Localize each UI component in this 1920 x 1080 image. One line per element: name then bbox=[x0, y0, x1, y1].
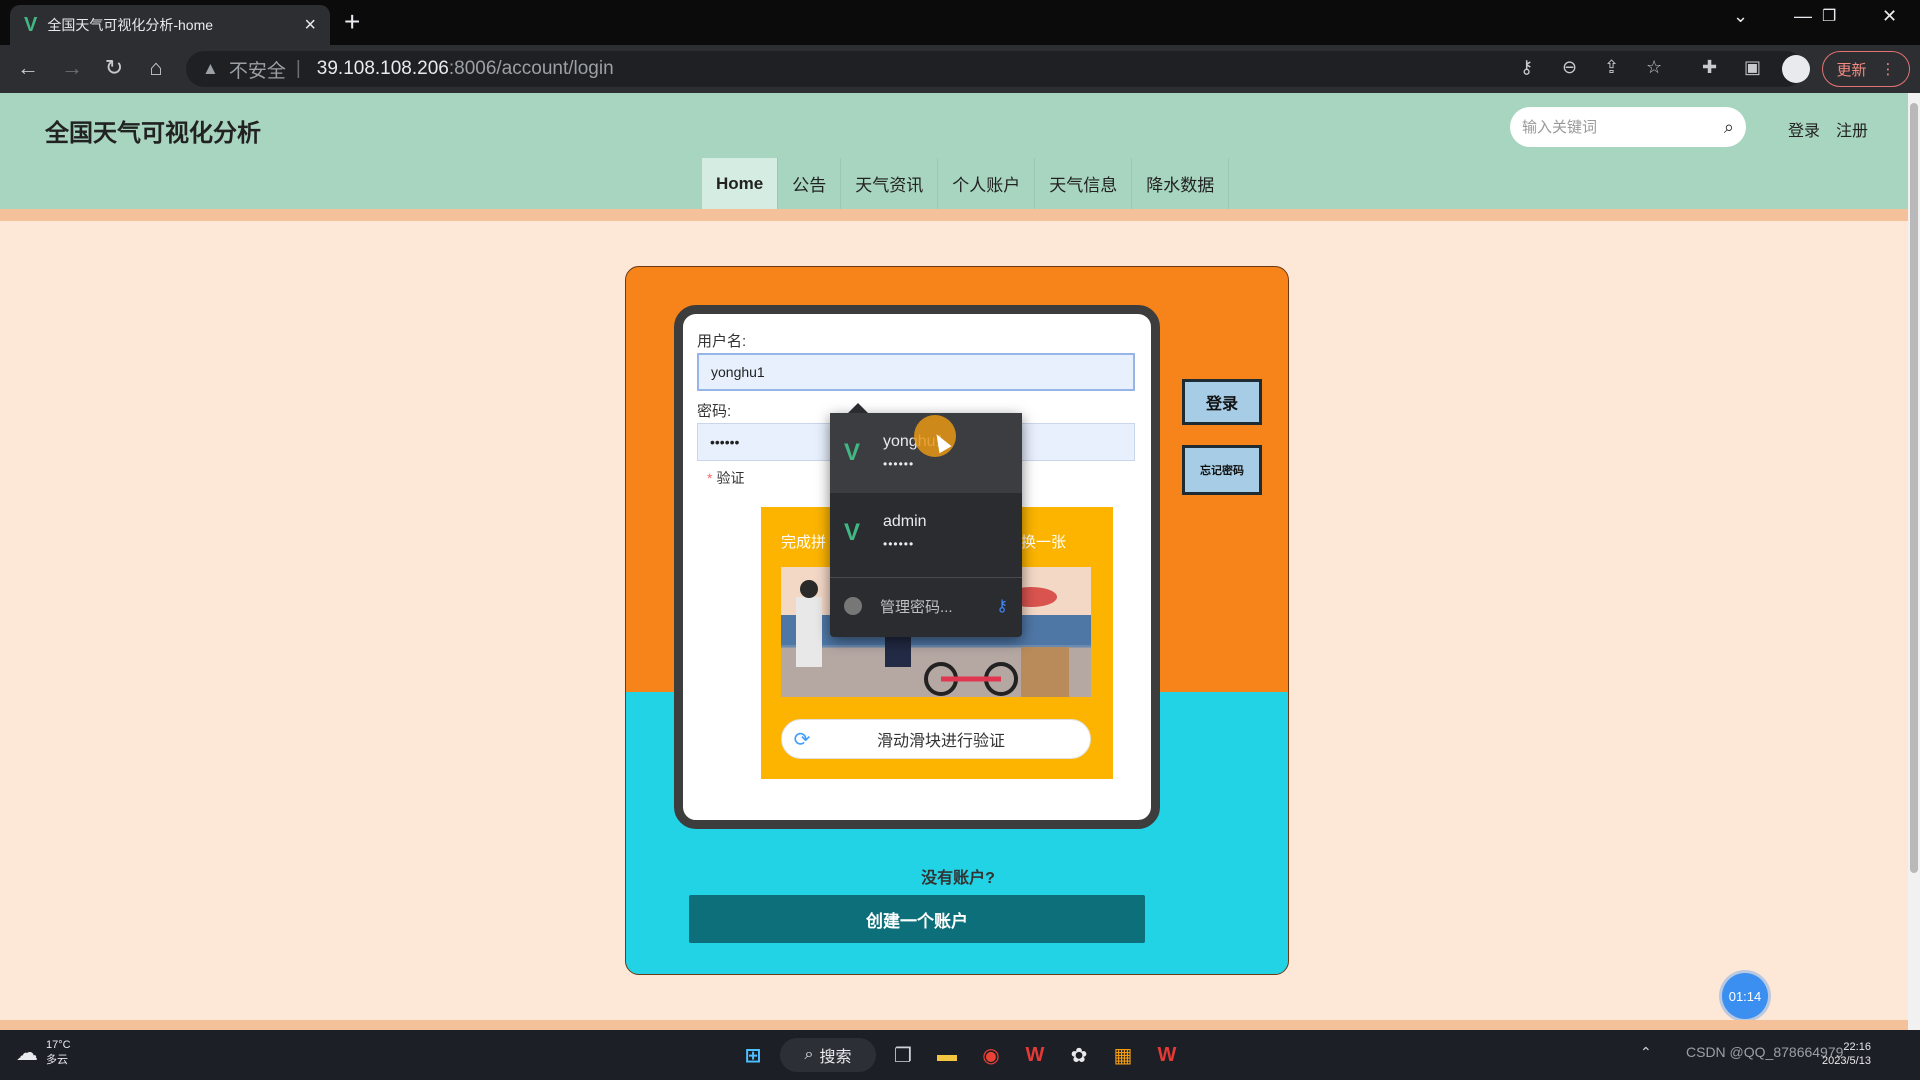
taskbar: ☁ 17°C 多云 ⊞ ⌕ 搜索 ❐ ▬ ◉ W ✿ ▦ W ⌃ CSDN @Q… bbox=[0, 1030, 1920, 1080]
nav-weather-info[interactable]: 天气信息 bbox=[1035, 158, 1133, 209]
slider-text: 滑动滑块进行验证 bbox=[876, 733, 1005, 750]
key-icon[interactable]: ⚷ bbox=[1520, 57, 1533, 78]
new-tab-icon[interactable]: + bbox=[344, 6, 360, 38]
warning-icon: ▲ bbox=[202, 59, 219, 78]
wps-writer-icon[interactable]: W bbox=[1152, 1040, 1182, 1070]
watermark: CSDN @QQ_878664979 bbox=[1686, 1044, 1844, 1060]
tab-search-chevron-icon[interactable]: ⌄ bbox=[1733, 6, 1748, 27]
manage-passwords-item[interactable]: 管理密码... ⚷ bbox=[830, 583, 1022, 629]
manage-passwords-label: 管理密码... bbox=[880, 598, 953, 616]
vue-logo-icon: V bbox=[844, 439, 861, 466]
recording-timer[interactable]: 01:14 bbox=[1722, 973, 1768, 1019]
key-icon: ⚷ bbox=[996, 598, 1008, 615]
taskbar-search[interactable]: ⌕ 搜索 bbox=[780, 1038, 876, 1072]
login-button[interactable]: 登录 bbox=[1182, 379, 1262, 425]
wps-icon[interactable]: W bbox=[1020, 1040, 1050, 1070]
register-link[interactable]: 注册 bbox=[1836, 117, 1868, 141]
captcha-slider[interactable]: ⟳ 滑动滑块进行验证 bbox=[781, 719, 1091, 759]
login-link[interactable]: 登录 bbox=[1788, 117, 1820, 141]
restore-icon[interactable]: ❐ bbox=[1822, 6, 1836, 26]
minimize-icon[interactable]: — bbox=[1794, 6, 1812, 27]
tab-close-icon[interactable]: × bbox=[304, 14, 316, 37]
task-view-icon[interactable]: ❐ bbox=[888, 1040, 918, 1070]
weather-temp: 17°C bbox=[46, 1039, 71, 1051]
url-host: 39.108.108.206 bbox=[316, 58, 449, 79]
autofill-password: •••••• bbox=[883, 457, 915, 471]
vue-logo-icon: V bbox=[844, 519, 861, 546]
tray-chevron-icon[interactable]: ⌃ bbox=[1640, 1044, 1652, 1061]
window-close-icon[interactable]: ✕ bbox=[1882, 6, 1897, 27]
footer-strip bbox=[0, 1020, 1908, 1030]
scrollbar-thumb[interactable] bbox=[1910, 103, 1918, 873]
vue-favicon-icon: V bbox=[24, 13, 38, 36]
file-explorer-icon[interactable]: ▬ bbox=[932, 1040, 962, 1070]
verify-label: * 验证 bbox=[707, 470, 745, 486]
bookmark-star-icon[interactable]: ☆ bbox=[1646, 57, 1662, 78]
update-button[interactable]: 更新 ⋮ bbox=[1822, 51, 1910, 87]
username-input[interactable]: yonghu1 bbox=[697, 353, 1135, 391]
main-nav: Home 公告 天气资讯 个人账户 天气信息 降水数据 bbox=[702, 158, 1230, 209]
chrome-taskbar-icon[interactable]: ◉ bbox=[976, 1040, 1006, 1070]
profile-avatar[interactable] bbox=[1782, 55, 1810, 83]
autofill-entry[interactable]: V admin •••••• bbox=[830, 493, 1022, 573]
app-icon[interactable]: ✿ bbox=[1064, 1040, 1094, 1070]
back-icon[interactable]: ← bbox=[14, 55, 42, 81]
nav-personal-account[interactable]: 个人账户 bbox=[938, 158, 1036, 209]
search-icon: ⌕ bbox=[804, 1046, 814, 1063]
slider-refresh-icon[interactable]: ⟳ bbox=[782, 727, 822, 752]
zoom-icon[interactable]: ⊖ bbox=[1562, 57, 1577, 78]
nav-precipitation-data[interactable]: 降水数据 bbox=[1132, 158, 1230, 209]
browser-tab[interactable]: V 全国天气可视化分析-home × bbox=[10, 5, 330, 45]
nav-announcement[interactable]: 公告 bbox=[778, 158, 842, 209]
share-icon[interactable]: ⇪ bbox=[1604, 57, 1619, 78]
search-icon[interactable]: ⌕ bbox=[1724, 117, 1734, 138]
weather-widget[interactable]: ☁ 17°C 多云 bbox=[16, 1038, 71, 1068]
menu-dots-icon: ⋮ bbox=[1880, 61, 1896, 78]
search-input[interactable] bbox=[1522, 118, 1724, 136]
home-icon[interactable]: ⌂ bbox=[142, 55, 170, 81]
site-header: 全国天气可视化分析 ⌕ 登录 注册 Home 公告 天气资讯 个人账户 天气信息… bbox=[0, 93, 1920, 209]
app-grid-icon[interactable]: ▦ bbox=[1108, 1040, 1138, 1070]
captcha-hint: 完成拼 bbox=[781, 534, 827, 551]
security-status: 不安全 bbox=[228, 60, 286, 82]
side-panel-icon[interactable]: ▣ bbox=[1744, 57, 1761, 78]
reload-icon[interactable]: ↻ bbox=[100, 55, 128, 81]
url-path: :8006/account/login bbox=[448, 58, 614, 79]
search-box: ⌕ bbox=[1510, 107, 1746, 147]
extensions-icon[interactable]: ✚ bbox=[1702, 57, 1717, 78]
forgot-password-button[interactable]: 忘记密码 bbox=[1182, 445, 1262, 495]
browser-toolbar: ← → ↻ ⌂ ▲ 不安全 | 39.108.108.206 :8006/acc… bbox=[0, 45, 1920, 93]
windows-start-icon[interactable]: ⊞ bbox=[738, 1040, 768, 1070]
system-clock[interactable]: 22:16 2023/5/13 bbox=[1822, 1040, 1871, 1068]
autofill-username: admin bbox=[883, 513, 927, 530]
site-title: 全国天气可视化分析 bbox=[45, 120, 261, 147]
username-label: 用户名: bbox=[697, 333, 747, 350]
password-label: 密码: bbox=[697, 403, 732, 420]
cloud-icon: ☁ bbox=[16, 1040, 38, 1065]
forward-icon[interactable]: → bbox=[58, 55, 86, 81]
browser-tab-bar: V 全国天气可视化分析-home × + ⌄ — ❐ ✕ bbox=[0, 0, 1920, 45]
nav-weather-news[interactable]: 天气资讯 bbox=[841, 158, 939, 209]
captcha-refresh-link[interactable]: 换一张 bbox=[1021, 531, 1066, 552]
create-account-button[interactable]: 创建一个账户 bbox=[689, 895, 1145, 943]
divider bbox=[830, 577, 1022, 578]
tab-title: 全国天气可视化分析-home bbox=[47, 17, 214, 33]
nav-home[interactable]: Home bbox=[702, 158, 779, 209]
weather-desc: 多云 bbox=[46, 1054, 68, 1066]
header-divider bbox=[0, 209, 1920, 221]
page-scrollbar[interactable] bbox=[1908, 93, 1920, 1030]
no-account-text: 没有账户? bbox=[921, 870, 995, 887]
autofill-password: •••••• bbox=[883, 537, 915, 551]
chrome-icon bbox=[844, 597, 862, 615]
